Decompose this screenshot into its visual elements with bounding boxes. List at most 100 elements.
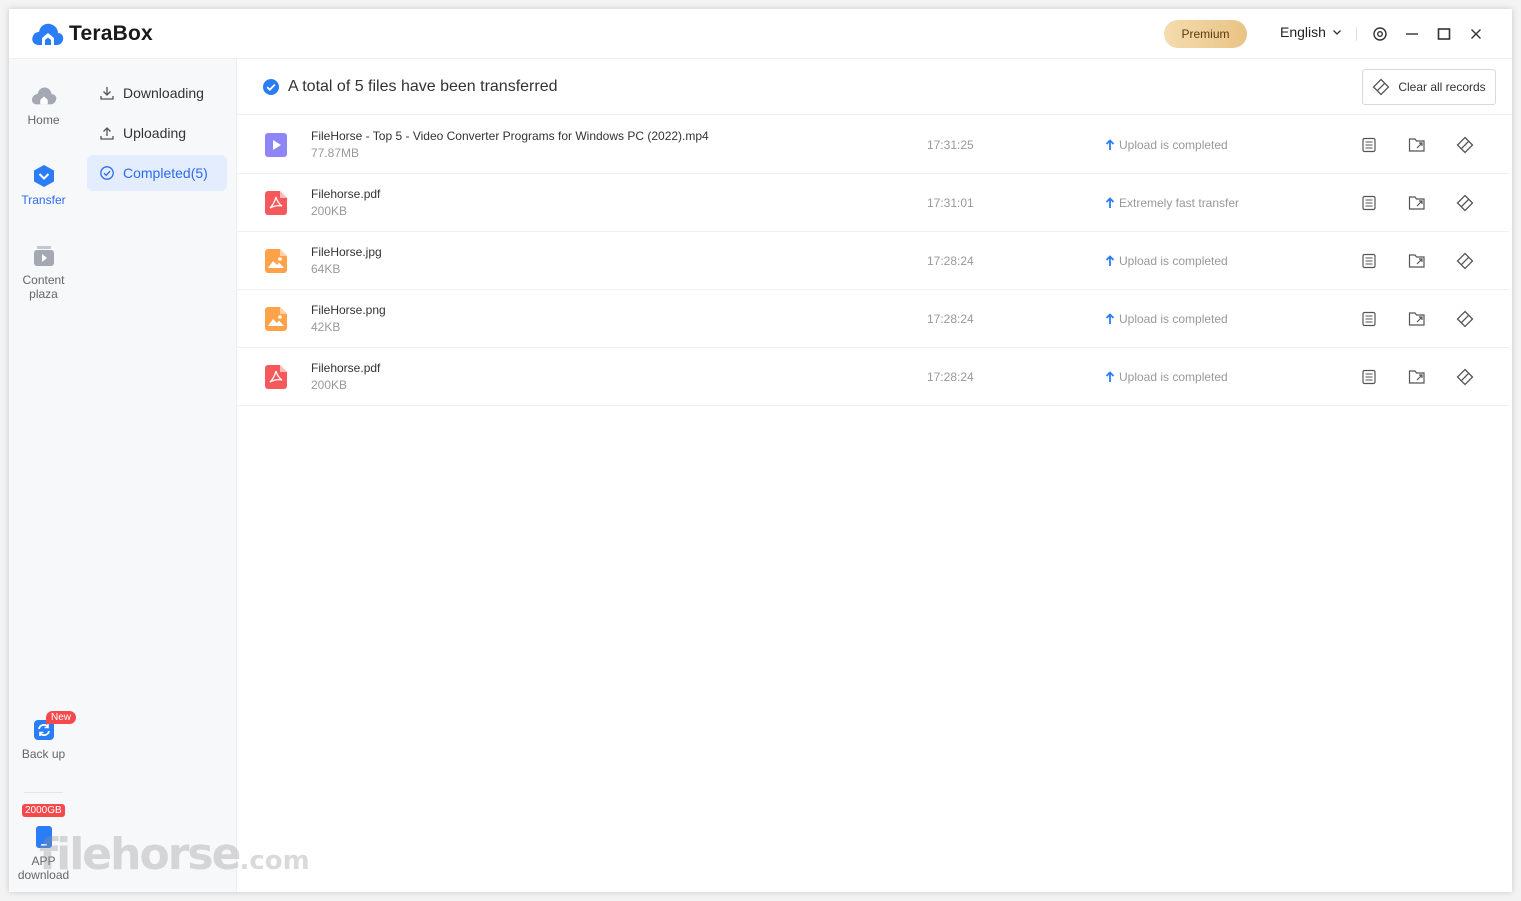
file-details-button[interactable] [1358, 366, 1380, 388]
terabox-window: TeraBox Premium English Home Transfer Co… [9, 9, 1512, 892]
file-row[interactable]: FileHorse.png 42KB 17:28:24 Upload is co… [237, 290, 1509, 348]
file-name: FileHorse.png [311, 303, 386, 317]
clear-all-records-button[interactable]: Clear all records [1362, 69, 1496, 105]
file-name: Filehorse.pdf [311, 187, 381, 201]
open-folder-icon [1408, 196, 1425, 210]
file-status: Upload is completed [1105, 138, 1228, 152]
phone-icon [31, 824, 57, 850]
transfer-subnav: Downloading Uploading Completed(5) [78, 59, 237, 892]
open-folder-icon [1408, 370, 1425, 384]
file-row[interactable]: Filehorse.pdf 200KB 17:28:24 Upload is c… [237, 348, 1509, 406]
delete-record-button[interactable] [1454, 250, 1476, 272]
rail-label-backup: Back up [21, 747, 66, 761]
close-button[interactable] [1464, 22, 1488, 46]
delete-record-button[interactable] [1454, 192, 1476, 214]
file-status-label: Upload is completed [1119, 370, 1228, 384]
arrow-up-icon [1105, 255, 1115, 266]
open-folder-button[interactable] [1406, 134, 1428, 156]
file-time: 17:28:24 [927, 254, 974, 268]
rail-item-home[interactable]: Home [9, 83, 78, 127]
subnav-downloading[interactable]: Downloading [87, 75, 227, 111]
rail-label-app-line1: APP [31, 854, 56, 868]
eraser-icon [1456, 368, 1474, 386]
file-status-label: Upload is completed [1119, 138, 1228, 152]
minimize-button[interactable] [1400, 22, 1424, 46]
subnav-label-uploading: Uploading [123, 125, 187, 141]
backup-new-badge: New [46, 711, 77, 724]
eraser-icon [1372, 78, 1390, 96]
delete-record-button[interactable] [1454, 134, 1476, 156]
delete-record-button[interactable] [1454, 366, 1476, 388]
eraser-icon [1456, 136, 1474, 154]
list-icon [1362, 253, 1376, 269]
rail-item-app-download[interactable]: 2000GB APP download [9, 804, 78, 884]
file-time: 17:28:24 [927, 370, 974, 384]
file-status-label: Upload is completed [1119, 312, 1228, 326]
left-rail: Home Transfer Content plaza New Back up … [9, 59, 78, 892]
file-details-button[interactable] [1358, 134, 1380, 156]
maximize-button[interactable] [1432, 22, 1456, 46]
open-folder-icon [1408, 138, 1425, 152]
file-details-button[interactable] [1358, 192, 1380, 214]
summary-label: A total of 5 files have been transferred [288, 78, 558, 95]
summary-bar: A total of 5 files have been transferred… [237, 59, 1512, 115]
file-name: FileHorse.jpg [311, 245, 382, 259]
language-selector[interactable]: English [1280, 24, 1342, 40]
delete-record-button[interactable] [1454, 308, 1476, 330]
file-row[interactable]: FileHorse.jpg 64KB 17:28:24 Upload is co… [237, 232, 1509, 290]
open-folder-button[interactable] [1406, 366, 1428, 388]
rail-label-content-line2: plaza [29, 287, 58, 301]
arrow-up-icon [1105, 371, 1115, 382]
file-status: Upload is completed [1105, 370, 1228, 384]
rail-label-app-line2: download [17, 868, 70, 882]
image-file-icon [265, 307, 287, 331]
rail-item-transfer[interactable]: Transfer [9, 163, 78, 207]
file-details-button[interactable] [1358, 308, 1380, 330]
file-size: 200KB [311, 378, 348, 392]
close-icon [1471, 29, 1481, 39]
rail-label-transfer: Transfer [21, 193, 66, 207]
check-filled-icon [263, 79, 279, 95]
file-details-button[interactable] [1358, 250, 1380, 272]
open-folder-icon [1408, 254, 1425, 268]
eraser-icon [1456, 252, 1474, 270]
chevron-down-icon [1332, 30, 1341, 35]
subnav-completed[interactable]: Completed(5) [87, 155, 227, 191]
pdf-file-icon [265, 365, 287, 389]
open-folder-button[interactable] [1406, 308, 1428, 330]
file-status-label: Upload is completed [1119, 254, 1228, 268]
file-row[interactable]: Filehorse.pdf 200KB 17:31:01 Extremely f… [237, 174, 1509, 232]
rail-item-backup[interactable]: New Back up [9, 711, 78, 761]
language-label: English [1280, 24, 1326, 40]
subnav-uploading[interactable]: Uploading [87, 115, 227, 151]
titlebar-separator [1356, 27, 1357, 41]
rail-item-content-plaza[interactable]: Content plaza [9, 243, 78, 301]
file-time: 17:28:24 [927, 312, 974, 326]
storage-badge: 2000GB [22, 804, 65, 817]
open-folder-button[interactable] [1406, 192, 1428, 214]
file-name: FileHorse - Top 5 - Video Converter Prog… [311, 129, 709, 143]
file-size: 42KB [311, 320, 341, 334]
arrow-up-icon [1105, 139, 1115, 150]
check-circle-icon [100, 166, 114, 180]
file-name: Filehorse.pdf [311, 361, 381, 375]
rail-label-content-line1: Content [22, 273, 65, 287]
home-cloud-icon [31, 83, 57, 109]
list-icon [1362, 195, 1376, 211]
eraser-icon [1456, 310, 1474, 328]
download-icon [100, 87, 114, 100]
file-size: 77.87MB [311, 146, 360, 160]
maximize-icon [1437, 28, 1451, 40]
list-icon [1362, 311, 1376, 327]
premium-button[interactable]: Premium [1164, 20, 1247, 48]
file-row[interactable]: FileHorse - Top 5 - Video Converter Prog… [237, 116, 1509, 174]
image-file-icon [265, 249, 287, 273]
pdf-file-icon [265, 191, 287, 215]
arrow-up-icon [1105, 197, 1115, 208]
app-logo: TeraBox [31, 21, 153, 47]
open-folder-button[interactable] [1406, 250, 1428, 272]
file-status-label: Extremely fast transfer [1119, 196, 1240, 210]
subnav-label-completed: Completed(5) [123, 165, 208, 181]
transfer-list-panel: A total of 5 files have been transferred… [237, 59, 1512, 892]
settings-button[interactable] [1368, 22, 1392, 46]
